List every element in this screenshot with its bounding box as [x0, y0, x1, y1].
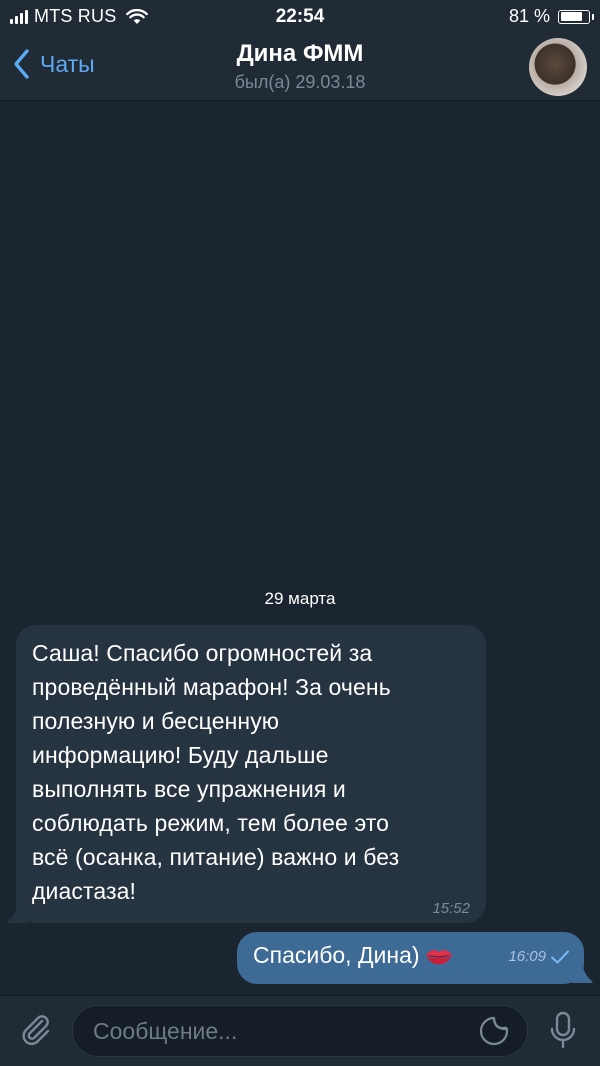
- chat-title[interactable]: Дина ФММ: [0, 40, 600, 68]
- message-text: Саша! Спасибо огромностей за проведённый…: [32, 636, 470, 908]
- battery-icon: [558, 9, 594, 24]
- paperclip-icon[interactable]: [18, 1012, 54, 1048]
- last-seen-status: был(а) 29.03.18: [234, 72, 366, 92]
- message-time: 16:09: [508, 948, 546, 965]
- status-bar: MTS RUS 22:54 81 %: [0, 0, 600, 34]
- message-input[interactable]: [72, 1005, 528, 1057]
- battery-fill: [560, 12, 583, 21]
- outgoing-message[interactable]: Спасибо, Дина) 16:09: [237, 932, 584, 984]
- message-body: Спасибо, Дина): [253, 942, 420, 968]
- status-right: 81 %: [508, 6, 594, 27]
- message-text: Спасибо, Дина): [253, 942, 454, 969]
- sticker-icon[interactable]: [478, 1015, 510, 1047]
- chat-header: Чаты Дина ФММ был(а) 29.03.18: [0, 34, 600, 100]
- microphone-icon[interactable]: [548, 1010, 578, 1050]
- message-meta: 16:09: [508, 948, 570, 965]
- message-line: Саша! Спасибо огромностей за: [32, 640, 373, 666]
- message-line: диастаза!: [32, 878, 136, 904]
- message-line: информацию! Буду дальше: [32, 742, 329, 768]
- message-line: проведённый марафон! За очень: [32, 674, 391, 700]
- single-check-icon: [551, 950, 569, 963]
- message-input-bar: [0, 995, 600, 1066]
- message-line: соблюдать режим, тем более это: [32, 810, 390, 836]
- date-separator: 29 марта: [264, 589, 336, 608]
- message-line: полезную и бесценную: [32, 708, 280, 734]
- contact-avatar[interactable]: [529, 38, 587, 96]
- message-line: выполнять все упражнения и: [32, 776, 346, 802]
- kiss-mark-icon: [425, 949, 452, 964]
- message-line: всё (осанка, питание) важно и без: [32, 844, 400, 870]
- message-time: 15:52: [432, 900, 470, 917]
- battery-percent: 81 %: [508, 6, 550, 26]
- incoming-message[interactable]: Саша! Спасибо огромностей за проведённый…: [16, 625, 486, 923]
- telegram-chat-screen: MTS RUS 22:54 81 % Чаты Дина ФММ был(а) …: [0, 0, 600, 1066]
- message-list[interactable]: 29 марта Саша! Спасибо огромностей за пр…: [0, 101, 600, 995]
- top-panel: MTS RUS 22:54 81 % Чаты Дина ФММ был(а) …: [0, 0, 600, 101]
